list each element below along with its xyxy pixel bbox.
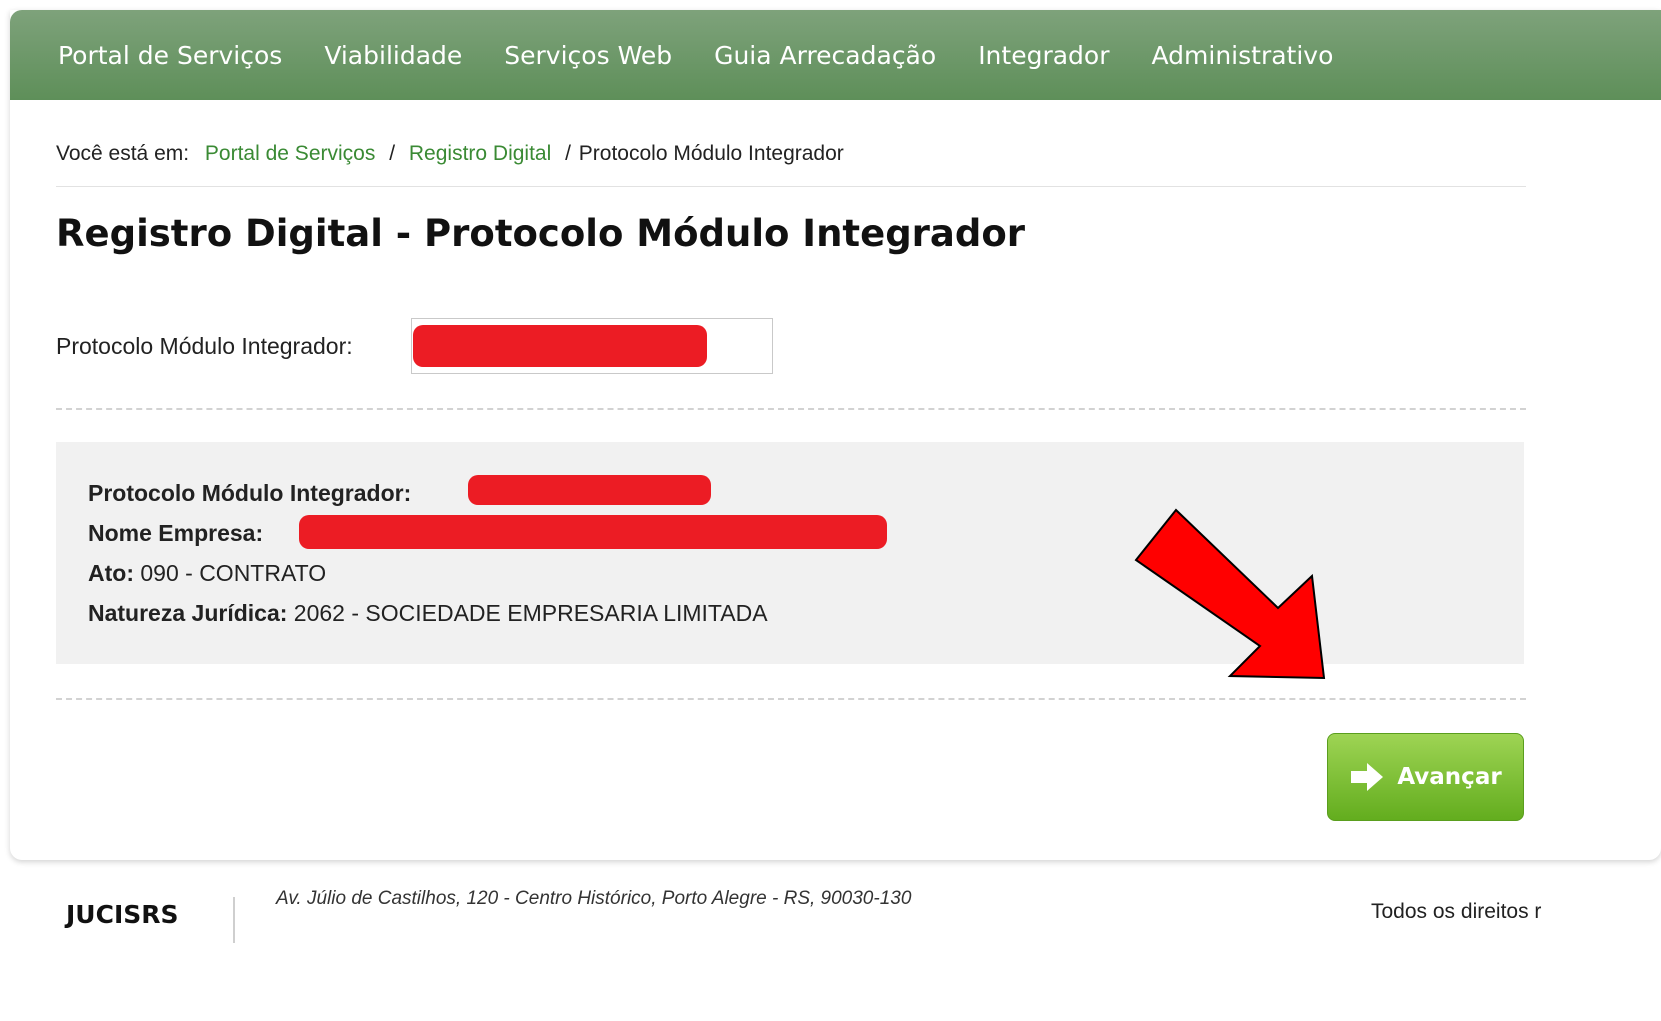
info-protocol-row: Protocolo Módulo Integrador:	[88, 480, 411, 507]
redaction-mark	[413, 325, 707, 367]
info-nature-label: Natureza Jurídica:	[88, 600, 288, 626]
info-nature-value: 2062 - SOCIEDADE EMPRESARIA LIMITADA	[293, 600, 768, 626]
advance-button-label: Avançar	[1397, 764, 1502, 790]
nav-item-administrativo[interactable]: Administrativo	[1152, 41, 1334, 70]
breadcrumb-separator: /	[565, 142, 571, 165]
breadcrumb: Você está em: Portal de Serviços / Regis…	[56, 142, 844, 166]
breadcrumb-link-registro-digital[interactable]: Registro Digital	[409, 142, 551, 165]
arrow-right-icon	[1351, 763, 1384, 791]
top-navbar: Portal de Serviços Viabilidade Serviços …	[10, 10, 1661, 100]
red-arrow-annotation-icon	[1134, 508, 1326, 680]
redaction-mark	[468, 475, 711, 505]
breadcrumb-prefix: Você está em:	[56, 142, 190, 165]
footer-rights: Todos os direitos r	[1371, 900, 1542, 923]
page-title: Registro Digital - Protocolo Módulo Inte…	[56, 212, 1026, 255]
breadcrumb-current: Protocolo Módulo Integrador	[578, 142, 844, 165]
nav-item-servicos-web[interactable]: Serviços Web	[504, 41, 672, 70]
dashed-divider	[56, 698, 1526, 700]
footer-divider	[233, 897, 235, 943]
footer-address: Av. Júlio de Castilhos, 120 - Centro His…	[276, 888, 912, 909]
nav-item-portal-de-servicos[interactable]: Portal de Serviços	[58, 41, 282, 70]
nav-item-guia-arrecadacao[interactable]: Guia Arrecadação	[714, 41, 936, 70]
nav-item-viabilidade[interactable]: Viabilidade	[324, 41, 462, 70]
info-company-row: Nome Empresa:	[88, 520, 263, 547]
info-act-value: 090 - CONTRATO	[140, 560, 327, 586]
footer-brand: JUCISRS	[66, 900, 179, 929]
advance-button[interactable]: Avançar	[1327, 733, 1524, 821]
breadcrumb-separator: /	[389, 142, 396, 165]
info-act-label: Ato:	[88, 560, 134, 586]
info-nature-row: Natureza Jurídica: 2062 - SOCIEDADE EMPR…	[88, 600, 768, 627]
info-protocol-label: Protocolo Módulo Integrador:	[88, 480, 412, 506]
divider	[56, 186, 1526, 187]
protocol-field-label: Protocolo Módulo Integrador:	[56, 333, 353, 359]
breadcrumb-link-portal[interactable]: Portal de Serviços	[205, 142, 375, 165]
nav-item-integrador[interactable]: Integrador	[978, 41, 1109, 70]
redaction-mark	[299, 515, 887, 549]
info-act-row: Ato: 090 - CONTRATO	[88, 560, 326, 587]
dashed-divider	[56, 408, 1526, 410]
info-company-label: Nome Empresa:	[88, 520, 264, 546]
